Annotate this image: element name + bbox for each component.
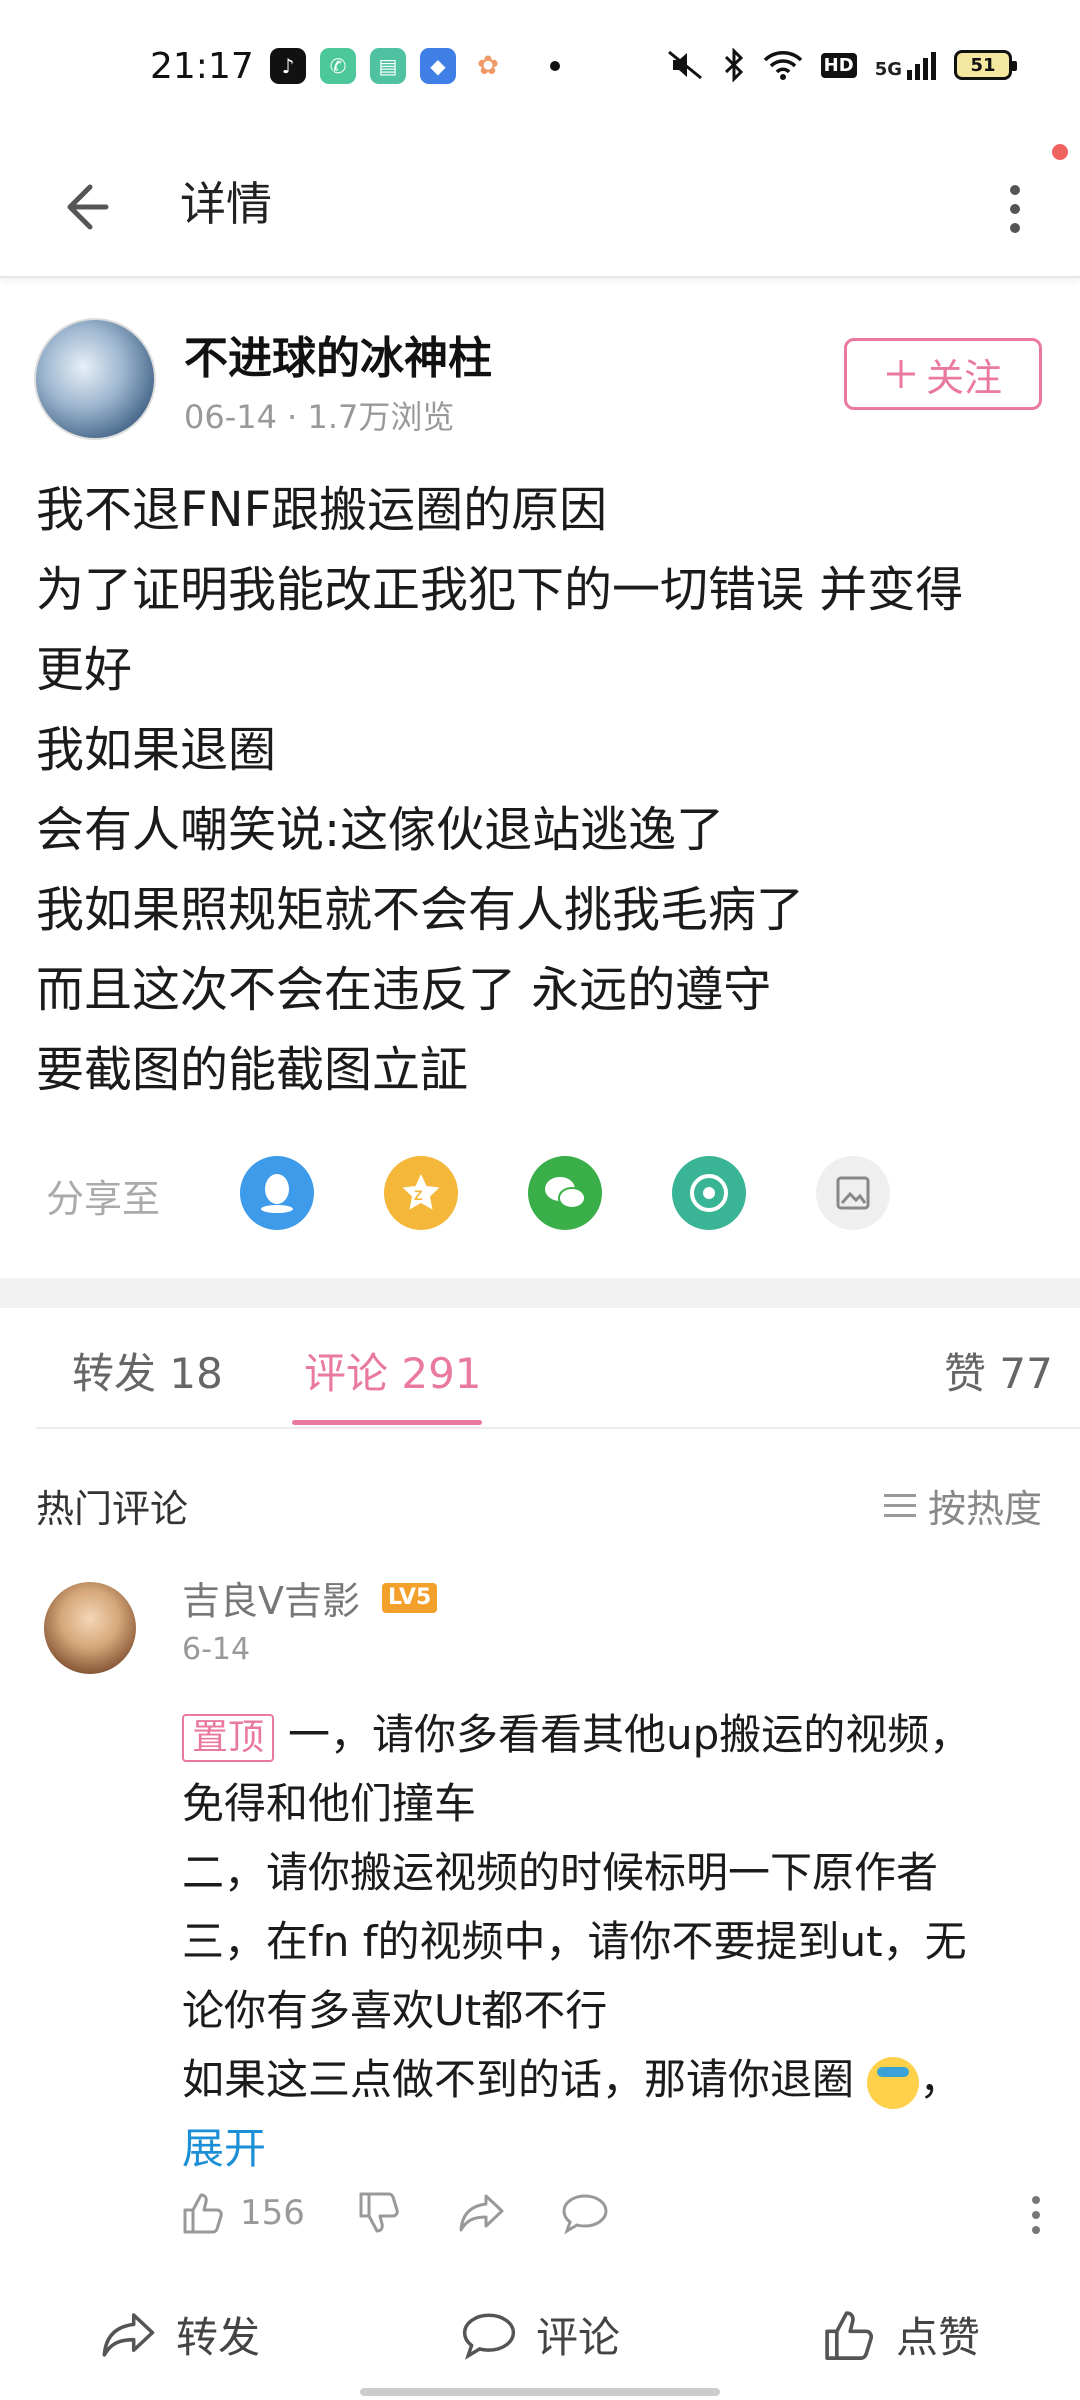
arrow-left-icon[interactable] (50, 172, 120, 242)
comment-like-button[interactable]: 156 (180, 2190, 305, 2236)
mute-icon (667, 50, 702, 80)
status-right-icons: HD 5G 51 (665, 48, 1017, 82)
bottom-action-bar: 转发 评论 点赞 (0, 2284, 1080, 2400)
pinned-badge: 置顶 (182, 1713, 275, 1762)
post-content: 我不退FNF跟搬运圈的原因 为了证明我能改正我犯下的一切错误 并变得 更好 我如… (36, 470, 1046, 1110)
wechat-icon[interactable] (528, 1156, 602, 1230)
status-time: 21:17 (150, 46, 254, 87)
comment-reply-button[interactable] (560, 2190, 610, 2236)
shrug-emoji-icon (867, 2056, 920, 2109)
thumbs-up-icon (183, 2193, 223, 2234)
battery-icon: 51 (954, 50, 1017, 80)
tab-likes[interactable]: 赞 77 (944, 1340, 1053, 1401)
hd-badge: HD (820, 52, 857, 78)
sort-button[interactable]: 按热度 (883, 1478, 1042, 1533)
follow-label: 关注 (925, 355, 1002, 400)
tab-repost[interactable]: 转发 18 (72, 1340, 223, 1401)
post-line: 为了证明我能改正我犯下的一切错误 并变得 (36, 562, 964, 618)
repost-label: 转发 (176, 2313, 261, 2362)
comment-share-button[interactable] (458, 2190, 506, 2236)
comment-line: 论你有多喜欢Ut都不行 (182, 1986, 608, 2035)
post-line: 我如果照规矩就不会有人挑我毛病了 (36, 882, 805, 938)
thumbs-up-icon (825, 2310, 874, 2360)
bluetooth-icon (724, 48, 743, 82)
like-count: 156 (240, 2193, 305, 2233)
qq-icon[interactable] (240, 1156, 314, 1230)
comment-line: 二，请你搬运视频的时候标明一下原作者 (182, 1848, 939, 1897)
status-app-icons: ♪ ✆ ▤ ◆ ✿ (270, 48, 560, 84)
like-button[interactable]: 点赞 (820, 2304, 980, 2365)
svg-text:Z: Z (414, 1187, 423, 1203)
level-badge: LV5 (382, 1582, 438, 1613)
tab-divider (36, 1427, 1080, 1429)
comment-dislike-button[interactable] (356, 2190, 402, 2236)
repost-button[interactable]: 转发 (100, 2304, 260, 2365)
comment-button[interactable]: 评论 (460, 2304, 620, 2365)
comment-label: 评论 (536, 2313, 621, 2362)
post-line: 要截图的能截图立証 (36, 1042, 469, 1098)
comment-line: 三，在fn f的视频中，请你不要提到ut，无 (182, 1917, 967, 1966)
author-name[interactable]: 不进球的冰神柱 (184, 322, 492, 386)
save-image-icon[interactable] (816, 1156, 890, 1230)
sort-label: 按热度 (927, 1487, 1042, 1531)
comment-date: 6-14 (182, 1632, 251, 1667)
more-vertical-icon[interactable] (990, 166, 1040, 252)
app-icon: ▤ (370, 48, 406, 84)
expand-link[interactable]: 展开 (182, 2124, 266, 2173)
post-meta: 06-14 · 1.7万浏览 (184, 398, 455, 436)
comment-body: 置顶 一，请你多看看其他up搬运的视频， 免得和他们撞车 二，请你搬运视频的时候标… (182, 1700, 1022, 2183)
notification-dot (1052, 144, 1068, 160)
chat-bubble-icon (462, 2313, 516, 2360)
like-label: 点赞 (896, 2313, 981, 2362)
post-line: 而且这次不会在违反了 永远的遵守 (36, 962, 772, 1018)
moments-icon[interactable] (672, 1156, 746, 1230)
status-bar: 21:17 ♪ ✆ ▤ ◆ ✿ HD 5G 51 (0, 0, 1080, 140)
comment-line: 一，请你多看看其他up搬运的视频， (288, 1710, 972, 1759)
commenter-name[interactable]: 吉良V吉影 (182, 1570, 360, 1625)
home-indicator[interactable] (360, 2388, 720, 2396)
tab-comments[interactable]: 评论 291 (304, 1340, 482, 1401)
plus-icon (886, 360, 915, 388)
section-divider (0, 1278, 1080, 1308)
cloud-icon: ◆ (420, 48, 456, 84)
comment-actions: 156 (180, 2190, 1040, 2260)
notification-dot-icon (550, 61, 560, 71)
comment-more-icon[interactable] (1032, 2196, 1040, 2234)
hot-comments-title: 热门评论 (36, 1487, 189, 1531)
commenter-avatar[interactable] (44, 1582, 136, 1674)
sort-icon (883, 1494, 916, 1517)
phone-icon: ✆ (320, 48, 356, 84)
chat-bubble-icon (562, 2194, 608, 2235)
page-title: 详情 (180, 177, 272, 231)
tiktok-icon: ♪ (270, 48, 306, 84)
active-tab-indicator (292, 1420, 482, 1425)
comment-line: 免得和他们撞车 (182, 1779, 477, 1828)
signal-icon: 5G (875, 50, 936, 80)
photos-icon: ✿ (470, 48, 506, 84)
author-avatar[interactable] (34, 318, 156, 440)
post-line: 会有人嘲笑说:这傢伙退站逃逸了 (36, 802, 725, 858)
commenter-info: 吉良V吉影 LV5 (182, 1570, 438, 1625)
comment-line: 如果这三点做不到的话，那请你退圈 (182, 2055, 855, 2104)
follow-button[interactable]: 关注 (844, 338, 1042, 410)
post-line: 我如果退圈 (36, 722, 277, 778)
top-bar: 详情 (0, 140, 1080, 278)
qzone-icon[interactable]: Z (384, 1156, 458, 1230)
share-arrow-icon (459, 2194, 504, 2232)
thumbs-down-icon (359, 2192, 399, 2233)
share-label: 分享至 (46, 1177, 161, 1221)
post-line: 我不退FNF跟搬运圈的原因 (36, 482, 608, 538)
share-arrow-icon (102, 2312, 155, 2357)
wifi-icon (763, 51, 802, 80)
post-line: 更好 (36, 642, 133, 698)
